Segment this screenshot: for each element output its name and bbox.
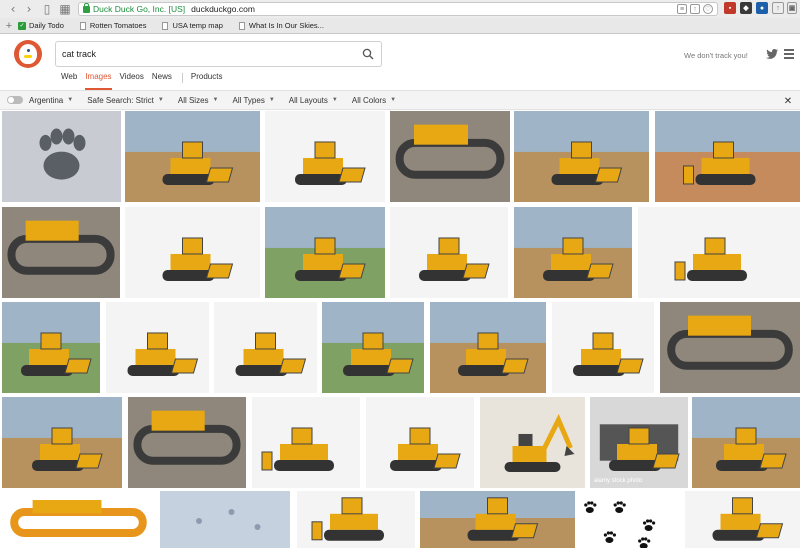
site-identity: Duck Duck Go, Inc. [US]: [93, 4, 186, 14]
image-result-tile[interactable]: [638, 207, 800, 298]
bookmark-skies[interactable]: What Is In Our Skies...: [238, 21, 324, 30]
image-result-tile[interactable]: [430, 302, 546, 393]
image-result-tile[interactable]: [214, 302, 317, 393]
extension-dark-icon[interactable]: ◆: [740, 2, 752, 14]
extension-blue-icon[interactable]: ●: [756, 2, 768, 14]
bookmark-rotten-tomatoes[interactable]: Rotten Tomatoes: [79, 21, 146, 30]
image-result-tile[interactable]: [514, 111, 649, 202]
bookmarks-bar: + ✓ Daily Todo Rotten Tomatoes USA temp …: [0, 18, 800, 34]
chevron-down-icon: ▼: [268, 97, 275, 103]
tab-divider: [181, 73, 183, 83]
search-tabs: Web Images Videos News Products: [61, 72, 230, 90]
image-result-tile[interactable]: [125, 207, 260, 298]
tab-videos[interactable]: Videos: [120, 72, 144, 88]
image-result-tile[interactable]: [265, 207, 385, 298]
menu-icon[interactable]: [784, 49, 794, 59]
chevron-down-icon: ▼: [67, 97, 74, 103]
region-toggle[interactable]: [7, 96, 23, 104]
back-icon[interactable]: ‹: [6, 2, 20, 16]
tagline[interactable]: We don't track you!: [684, 51, 748, 60]
url-text[interactable]: duckduckgo.com: [191, 4, 255, 14]
image-result-tile[interactable]: [366, 397, 474, 488]
image-result-tile[interactable]: [128, 397, 246, 488]
tab-images[interactable]: Images: [85, 72, 112, 90]
image-result-tile[interactable]: [480, 397, 585, 488]
duckduckgo-logo-icon[interactable]: [14, 40, 42, 68]
url-bar[interactable]: Duck Duck Go, Inc. [US] duckduckgo.com ≡…: [78, 2, 718, 16]
image-result-tile[interactable]: [160, 491, 290, 548]
size-filter[interactable]: All Sizes ▼: [178, 96, 219, 105]
add-bookmark-icon[interactable]: +: [0, 20, 18, 32]
sidebar-icon[interactable]: ▯: [40, 2, 54, 16]
image-result-tile[interactable]: [390, 207, 508, 298]
image-result-tile[interactable]: [2, 111, 121, 202]
watermark-text: alamy stock photo: [594, 478, 643, 484]
search-icon[interactable]: [362, 48, 374, 60]
share-icon[interactable]: ↑: [690, 4, 700, 14]
tab-web[interactable]: Web: [61, 72, 77, 88]
share-toolbar-icon[interactable]: ↑: [772, 2, 784, 14]
image-result-tile[interactable]: [106, 302, 209, 393]
extension-red-icon[interactable]: ▪: [724, 2, 736, 14]
image-result-tile[interactable]: [2, 207, 120, 298]
browser-toolbar: ‹ › ▯ ▦ Duck Duck Go, Inc. [US] duckduck…: [0, 0, 800, 18]
forward-icon[interactable]: ›: [22, 2, 36, 16]
layout-filter[interactable]: All Layouts ▼: [289, 96, 338, 105]
search-header: We don't track you! Web Images Videos Ne…: [0, 34, 800, 90]
type-filter[interactable]: All Types ▼: [233, 96, 275, 105]
image-result-tile[interactable]: [2, 397, 122, 488]
image-result-tile[interactable]: [655, 111, 800, 202]
filter-bar: Argentina ▼ Safe Search: Strict ▼ All Size…: [0, 90, 800, 110]
close-filters-icon[interactable]: ✕: [782, 95, 794, 107]
search-input[interactable]: [62, 49, 352, 59]
chevron-down-icon: ▼: [331, 97, 338, 103]
tab-news[interactable]: News: [152, 72, 172, 88]
grid-icon[interactable]: ▦: [58, 2, 72, 16]
safe-search-filter[interactable]: Safe Search: Strict ▼: [87, 96, 164, 105]
page-icon: [162, 21, 169, 30]
image-result-tile[interactable]: [265, 111, 385, 202]
lock-icon: [83, 2, 90, 13]
image-result-tile[interactable]: [390, 111, 510, 202]
bookmark-daily-todo[interactable]: ✓ Daily Todo: [18, 21, 64, 30]
image-result-tile[interactable]: [580, 491, 678, 548]
chevron-down-icon: ▼: [390, 97, 397, 103]
image-result-tile[interactable]: [514, 207, 632, 298]
image-result-tile[interactable]: [297, 491, 415, 548]
image-result-tile[interactable]: [252, 397, 360, 488]
color-filter[interactable]: All Colors ▼: [352, 96, 396, 105]
checkbox-icon: ✓: [18, 21, 26, 30]
image-result-tile[interactable]: [685, 491, 800, 548]
image-result-tile[interactable]: alamy stock photo: [590, 397, 688, 488]
image-result-tile[interactable]: [125, 111, 260, 202]
chevron-down-icon: ▼: [212, 97, 219, 103]
bookmark-usa-temp-map[interactable]: USA temp map: [162, 21, 223, 30]
chevron-down-icon: ▼: [157, 97, 164, 103]
image-result-tile[interactable]: [2, 491, 155, 548]
tab-products[interactable]: Products: [191, 72, 223, 88]
image-result-tile[interactable]: [692, 397, 800, 488]
image-result-tile[interactable]: [322, 302, 424, 393]
reader-icon[interactable]: ≡: [677, 4, 687, 14]
favorite-icon[interactable]: ♡: [703, 4, 713, 14]
tabs-icon[interactable]: ▣: [787, 2, 797, 14]
search-box: [55, 41, 382, 67]
image-result-tile[interactable]: [660, 302, 800, 393]
image-result-tile[interactable]: [2, 302, 100, 393]
image-result-tile[interactable]: [552, 302, 654, 393]
page-icon: [79, 21, 86, 30]
region-filter[interactable]: Argentina ▼: [29, 96, 73, 105]
image-result-tile[interactable]: [420, 491, 575, 548]
twitter-icon[interactable]: [766, 49, 778, 59]
page-icon: [238, 21, 245, 30]
